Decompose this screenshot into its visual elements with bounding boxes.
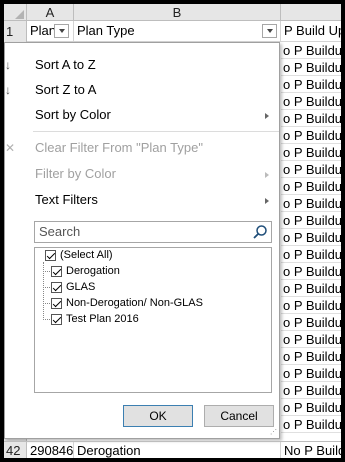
- submenu-arrow-icon: [265, 113, 269, 119]
- cell-p-build-up[interactable]: o P Buildup: [281, 382, 341, 399]
- row-number-42[interactable]: 42: [4, 442, 27, 458]
- header-cell-plan-type-label: Plan Type: [77, 23, 135, 38]
- column-header-b[interactable]: B: [74, 4, 281, 21]
- column-header-bar: A B: [4, 4, 341, 21]
- text-filters-label: Text Filters: [35, 192, 98, 207]
- sort-descending-icon: ↓: [5, 83, 11, 97]
- cell-p-build-up[interactable]: o P Buildup: [281, 212, 341, 229]
- cell-p-build-up[interactable]: No P Buildup: [281, 442, 341, 458]
- header-cell-p-build-up[interactable]: P Build Up: [281, 21, 341, 41]
- tree-line: [43, 271, 50, 272]
- submenu-arrow-icon: [265, 198, 269, 204]
- resize-grip-icon[interactable]: ⋰: [270, 429, 278, 437]
- filter-by-color-label: Filter by Color: [35, 166, 116, 181]
- cell-p-build-up[interactable]: o P Buildup: [281, 416, 341, 433]
- checkbox[interactable]: [45, 250, 56, 261]
- cell-p-build-up[interactable]: o P Buildup: [281, 161, 341, 178]
- checkbox[interactable]: [51, 314, 62, 325]
- sort-by-color-label: Sort by Color: [35, 107, 111, 122]
- filter-option-label: Derogation: [66, 265, 120, 277]
- select-all-corner[interactable]: [4, 4, 27, 21]
- cell-p-build-up[interactable]: o P Buildup: [281, 195, 341, 212]
- filter-option-label: (Select All): [60, 249, 113, 261]
- spreadsheet: A B 1 Plan I Plan Type P Build Up o P Bu…: [4, 4, 341, 458]
- sort-z-to-a-label: Sort Z to A: [35, 82, 97, 97]
- cell-p-build-up[interactable]: o P Buildup: [281, 229, 341, 246]
- tree-line: [43, 303, 50, 304]
- filter-option-label: Test Plan 2016: [66, 313, 139, 325]
- submenu-arrow-icon: [265, 172, 269, 178]
- search-placeholder: Search: [39, 224, 81, 239]
- cell-p-build-up[interactable]: o P Buildup: [281, 178, 341, 195]
- plan-type-filter-button[interactable]: [262, 24, 277, 38]
- checkbox[interactable]: [51, 266, 62, 277]
- cell-p-build-up[interactable]: o P Buildup: [281, 280, 341, 297]
- plan-id-filter-button[interactable]: [54, 24, 69, 38]
- chevron-down-icon: [266, 29, 273, 33]
- cell-p-build-up[interactable]: o P Buildup: [281, 263, 341, 280]
- sort-ascending-icon: ↓: [5, 58, 11, 72]
- tree-line: [43, 319, 50, 320]
- ok-button[interactable]: OK: [123, 405, 193, 427]
- search-icon: [253, 225, 267, 239]
- chevron-down-icon: [58, 29, 65, 33]
- menu-divider: [33, 131, 279, 132]
- cell-p-build-up[interactable]: o P Buildup: [281, 365, 341, 382]
- cell-plan-id[interactable]: 290846: [27, 442, 74, 458]
- sort-z-to-a-item[interactable]: ↓ Sort Z to A: [5, 78, 279, 102]
- table-row: 42 290846 Derogation No P Buildup: [4, 441, 341, 458]
- cell-p-build-up[interactable]: o P Buildup: [281, 42, 341, 59]
- column-header-a[interactable]: A: [27, 4, 74, 21]
- header-row: Plan I Plan Type P Build Up: [27, 21, 341, 42]
- filter-dropdown: ↓ Sort A to Z ↓ Sort Z to A Sort by Colo…: [4, 42, 280, 439]
- clear-filter-label: Clear Filter From "Plan Type": [35, 140, 203, 155]
- cell-p-build-up[interactable]: o P Buildup: [281, 144, 341, 161]
- header-cell-plan-type[interactable]: Plan Type: [74, 21, 281, 41]
- checkbox[interactable]: [51, 298, 62, 309]
- filter-option-label: Non-Derogation/ Non-GLAS: [66, 297, 203, 309]
- sort-a-to-z-item[interactable]: ↓ Sort A to Z: [5, 53, 279, 77]
- cell-p-build-up[interactable]: o P Buildup: [281, 59, 341, 76]
- sort-by-color-item[interactable]: Sort by Color: [5, 103, 279, 127]
- filter-value-list: (Select All) Derogation GLAS Non-Derogat…: [34, 247, 272, 393]
- row-number-1[interactable]: 1: [4, 21, 27, 42]
- cell-p-build-up[interactable]: o P Buildup: [281, 348, 341, 365]
- cell-p-build-up[interactable]: o P Buildup: [281, 76, 341, 93]
- tree-line: [43, 287, 50, 288]
- search-input[interactable]: Search: [34, 221, 272, 243]
- cell-p-build-up[interactable]: o P Buildup: [281, 399, 341, 416]
- cell-p-build-up[interactable]: o P Buildup: [281, 93, 341, 110]
- cancel-button[interactable]: Cancel: [204, 405, 274, 427]
- clear-filter-icon: ✕: [5, 141, 16, 155]
- cell-p-build-up[interactable]: o P Buildup: [281, 110, 341, 127]
- cell-p-build-up[interactable]: o P Buildup: [281, 127, 341, 144]
- text-filters-item[interactable]: Text Filters: [5, 188, 279, 212]
- cell-p-build-up[interactable]: o P Buildup: [281, 331, 341, 348]
- cell-p-build-up[interactable]: o P Buildup: [281, 297, 341, 314]
- filter-by-color-item: Filter by Color: [5, 162, 279, 186]
- sort-a-to-z-label: Sort A to Z: [35, 57, 96, 72]
- filter-option-label: GLAS: [66, 281, 96, 293]
- cell-p-build-up[interactable]: o P Buildup: [281, 246, 341, 263]
- checkbox[interactable]: [51, 282, 62, 293]
- cell-plan-type[interactable]: Derogation: [74, 442, 281, 458]
- cell-p-build-up[interactable]: o P Buildup: [281, 314, 341, 331]
- clear-filter-item: ✕ Clear Filter From "Plan Type": [5, 136, 279, 160]
